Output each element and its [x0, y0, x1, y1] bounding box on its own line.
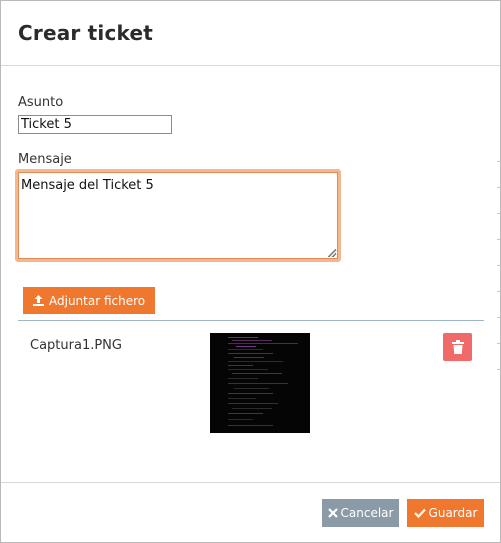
delete-attachment-button[interactable] — [443, 333, 472, 361]
subject-label: Asunto — [18, 95, 64, 110]
footer-divider — [1, 482, 500, 483]
cancel-label: Cancelar — [340, 506, 394, 520]
resize-grip-icon[interactable] — [328, 249, 336, 257]
dialog-title: Crear ticket — [18, 21, 153, 45]
attach-file-button[interactable]: Adjuntar fichero — [23, 287, 156, 314]
save-button[interactable]: Guardar — [407, 499, 484, 527]
attachment-thumbnail[interactable] — [210, 333, 310, 433]
attachment-file-name: Captura1.PNG — [30, 338, 122, 353]
scroll-ticks — [497, 161, 500, 395]
save-label: Guardar — [428, 506, 478, 520]
upload-icon — [33, 295, 44, 306]
attachments-divider — [18, 320, 484, 321]
create-ticket-dialog: Crear ticket Asunto Mensaje Mensaje del … — [0, 0, 501, 543]
x-icon — [327, 508, 338, 518]
cancel-button[interactable]: Cancelar — [322, 499, 399, 527]
message-focus-ring: Mensaje del Ticket 5 — [15, 169, 341, 262]
dialog-header: Crear ticket — [1, 1, 500, 66]
subject-input[interactable] — [18, 115, 172, 134]
message-textarea[interactable]: Mensaje del Ticket 5 — [18, 172, 338, 259]
message-label: Mensaje — [18, 152, 72, 167]
attach-file-label: Adjuntar fichero — [49, 293, 146, 308]
trash-icon — [451, 340, 464, 354]
check-icon — [413, 508, 426, 518]
